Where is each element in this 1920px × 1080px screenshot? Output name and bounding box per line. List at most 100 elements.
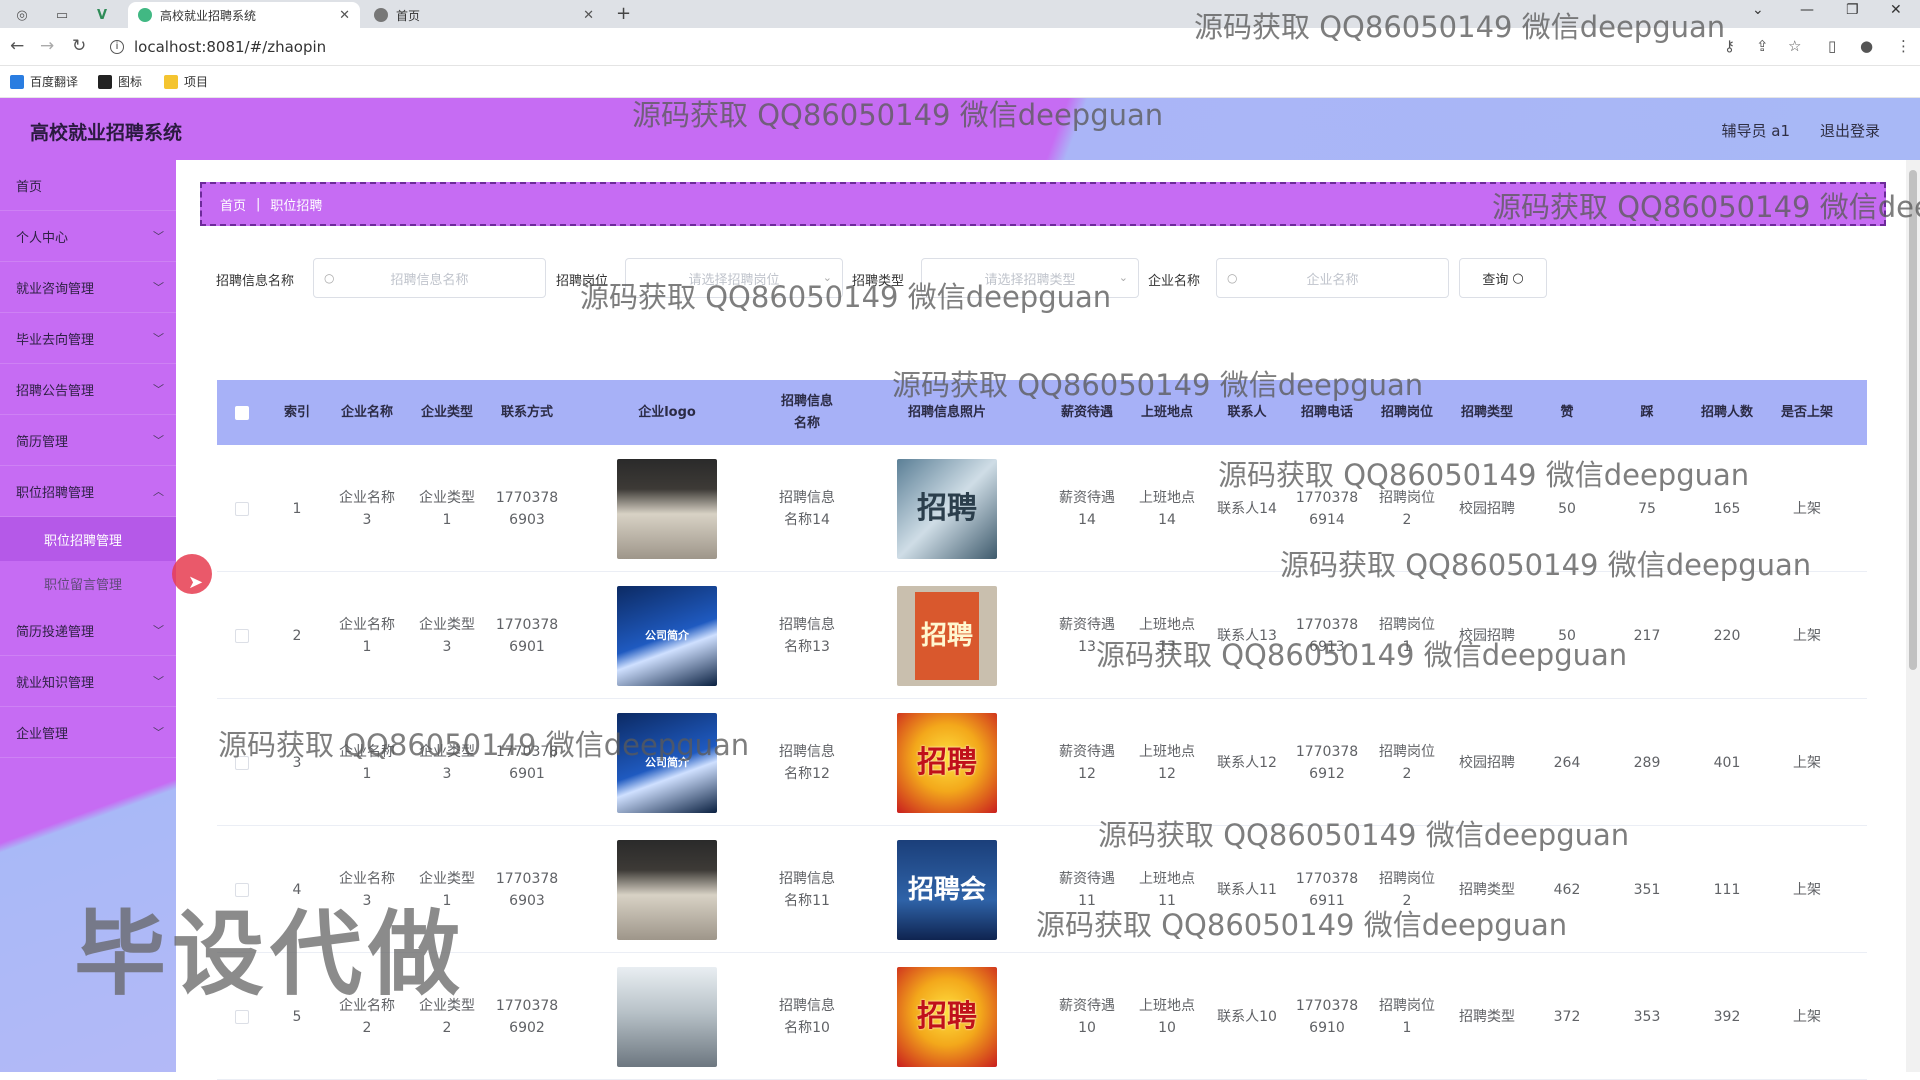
breadcrumb-home[interactable]: 首页 (220, 195, 246, 214)
sidebar-item-company[interactable]: 企业管理 ﹀ (0, 707, 176, 758)
window-close-icon[interactable]: ✕ (1890, 2, 1902, 18)
job-photo-image[interactable]: 招聘 (897, 966, 997, 1067)
restore-icon[interactable]: ❐ (1846, 2, 1859, 18)
cell-info-name: 招聘信息 名称12 (779, 743, 835, 782)
cell-dislikes: 75 (1638, 500, 1656, 517)
table-row[interactable]: 2 企业名称 1 企业类型 3 1770378 6901 公司简介 招聘信息 名… (217, 572, 1867, 699)
cell-headcount: 401 (1713, 754, 1741, 771)
cell-headcount: 111 (1713, 881, 1741, 898)
row-checkbox[interactable] (235, 628, 249, 643)
info-icon[interactable]: i (110, 40, 124, 54)
col-location[interactable]: 上班地点 (1127, 380, 1207, 445)
company-logo-image[interactable] (617, 839, 717, 940)
col-company-type[interactable]: 企业类型 (407, 380, 487, 445)
tab-active[interactable]: 高校就业招聘系统 ✕ (128, 2, 360, 28)
close-icon[interactable]: ✕ (339, 8, 350, 23)
cell-dislikes: 289 (1633, 754, 1661, 771)
company-logo-image[interactable]: 公司简介 (617, 585, 717, 686)
star-icon[interactable]: ☆ (1788, 37, 1801, 55)
cell-location: 上班地点 12 (1139, 743, 1195, 782)
page-scrollbar[interactable] (1906, 160, 1920, 1072)
type-select[interactable]: 请选择招聘类型 ⌄ (921, 258, 1139, 298)
col-info-name[interactable]: 招聘信息 名称 (767, 380, 847, 445)
url-field[interactable]: i localhost:8081/#/zhaopin (110, 34, 1710, 60)
col-contact[interactable]: 联系方式 (487, 380, 567, 445)
col-headcount[interactable]: 招聘人数 (1687, 380, 1767, 445)
job-photo-image[interactable]: 招聘 (897, 712, 997, 813)
col-index[interactable]: 索引 (267, 380, 327, 445)
tab-search-icon[interactable]: ⌄ (1752, 2, 1764, 18)
company-logo-image[interactable] (617, 966, 717, 1067)
close-icon[interactable]: ✕ (583, 8, 594, 23)
col-phone[interactable]: 招聘电话 (1287, 380, 1367, 445)
position-select[interactable]: 请选择招聘岗位 ⌄ (625, 258, 843, 298)
current-user[interactable]: 辅导员 a1 (1721, 120, 1790, 141)
new-tab-button[interactable]: + (616, 3, 631, 24)
info-name-input[interactable]: ○ 招聘信息名称 (313, 258, 546, 298)
sidebar-item-home[interactable]: 首页 (0, 160, 176, 211)
select-all-cell[interactable] (217, 380, 267, 445)
cell-logo: 公司简介 (567, 572, 767, 699)
cell-index: 2 (292, 627, 302, 644)
bookmark-item[interactable]: 项目 (164, 73, 208, 90)
job-photo-image[interactable]: 招聘会 (897, 839, 997, 940)
tab-home[interactable]: 首页 ✕ (364, 2, 604, 28)
row-select-cell[interactable] (217, 572, 267, 699)
sidebar-item-announcement[interactable]: 招聘公告管理 ﹀ (0, 364, 176, 415)
sidebar-item-resume[interactable]: 简历管理 ﹀ (0, 415, 176, 466)
sidebar-subitem-job-management[interactable]: 职位招聘管理 (0, 517, 176, 561)
cursor-icon: ➤ (188, 572, 204, 593)
table-row[interactable]: 3 企业名称 1 企业类型 3 1770378 6901 公司简介 招聘信息 名… (217, 699, 1867, 826)
sidepanel-icon[interactable]: ▯ (1828, 37, 1836, 55)
col-position[interactable]: 招聘岗位 (1367, 380, 1447, 445)
col-likes[interactable]: 赞 (1527, 380, 1607, 445)
share-icon[interactable]: ⇪ (1756, 37, 1769, 55)
vue-tab-icon[interactable]: V (88, 4, 116, 26)
job-photo-image[interactable]: 招聘 (897, 585, 997, 686)
table-row[interactable]: 1 企业名称 3 企业类型 1 1770378 6903 招聘信息 名称14 招… (217, 445, 1867, 572)
row-checkbox[interactable] (235, 755, 249, 770)
sidebar-item-knowledge[interactable]: 就业知识管理 ﹀ (0, 656, 176, 707)
col-listed[interactable]: 是否上架 (1767, 380, 1847, 445)
row-select-cell[interactable] (217, 445, 267, 572)
select-all-checkbox[interactable] (235, 405, 249, 420)
forward-icon[interactable]: → (40, 36, 54, 56)
bookmark-item[interactable]: 百度翻译 (10, 73, 78, 90)
company-name-input[interactable]: ○ 企业名称 (1216, 258, 1449, 298)
sidebar-item-label: 毕业去向管理 (16, 332, 95, 348)
sidebar-item-jobs[interactable]: 职位招聘管理 ︿ (0, 466, 176, 517)
query-button[interactable]: 查询 ○ (1459, 258, 1547, 298)
company-logo-image[interactable] (617, 458, 717, 559)
reload-icon[interactable]: ↻ (72, 36, 86, 56)
sidebar-item-profile[interactable]: 个人中心 ﹀ (0, 211, 176, 262)
cell-position: 招聘岗位 2 (1379, 489, 1435, 528)
blank-tab-icon[interactable]: ▭ (48, 4, 76, 26)
col-type[interactable]: 招聘类型 (1447, 380, 1527, 445)
row-select-cell[interactable] (217, 699, 267, 826)
row-checkbox[interactable] (235, 501, 249, 516)
sidebar-subitem-job-messages[interactable]: 职位留言管理 (0, 561, 176, 605)
menu-icon[interactable]: ⋮ (1896, 37, 1911, 55)
profile-icon[interactable]: ● (1860, 37, 1873, 55)
col-company[interactable]: 企业名称 (327, 380, 407, 445)
col-salary[interactable]: 薪资待遇 (1047, 380, 1127, 445)
sidebar-item-label: 个人中心 (16, 230, 69, 246)
sidebar-item-delivery[interactable]: 简历投递管理 ﹀ (0, 605, 176, 656)
job-photo-image[interactable]: 招聘 (897, 458, 997, 559)
sidebar-item-consulting[interactable]: 就业咨询管理 ﹀ (0, 262, 176, 313)
minimize-icon[interactable]: — (1800, 2, 1814, 18)
key-icon[interactable]: ⚷ (1724, 37, 1735, 55)
col-photo[interactable]: 招聘信息照片 (847, 380, 1047, 445)
company-logo-image[interactable]: 公司简介 (617, 712, 717, 813)
col-contact-person[interactable]: 联系人 (1207, 380, 1287, 445)
cell-contact-person: 联系人14 (1217, 500, 1277, 517)
sidebar-item-destination[interactable]: 毕业去向管理 ﹀ (0, 313, 176, 364)
logout-link[interactable]: 退出登录 (1820, 120, 1880, 141)
col-logo[interactable]: 企业logo (567, 380, 767, 445)
bookmark-item[interactable]: 图标 (98, 73, 142, 90)
cell-likes: 50 (1558, 500, 1576, 517)
col-dislikes[interactable]: 踩 (1607, 380, 1687, 445)
chrome-icon[interactable]: ◎ (8, 4, 36, 26)
back-icon[interactable]: ← (10, 36, 24, 56)
scrollbar-thumb[interactable] (1909, 170, 1917, 670)
